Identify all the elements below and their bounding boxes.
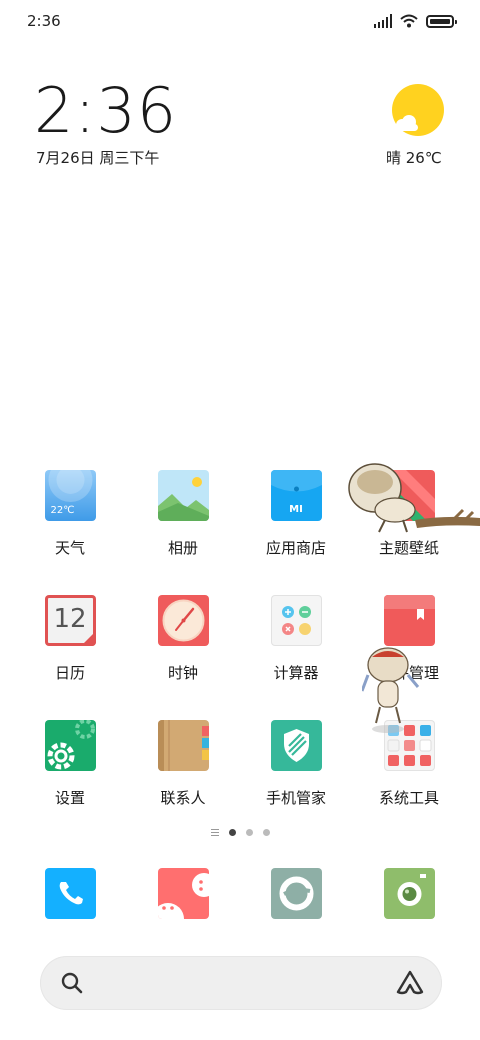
app-clock[interactable]: 时钟	[128, 595, 238, 683]
app-settings[interactable]: 设置	[15, 720, 125, 808]
browser-icon	[279, 876, 314, 911]
app-security[interactable]: 手机管家	[241, 720, 351, 808]
weather-icon: 22℃	[44, 470, 96, 521]
weather-icon-temp: 22℃	[50, 505, 75, 516]
app-weather[interactable]: 22℃ 天气	[15, 470, 125, 558]
page-indicator-menu-icon	[210, 829, 219, 836]
clock-widget-time[interactable]: 2:36	[34, 80, 177, 142]
gallery-icon	[157, 470, 209, 521]
dock-camera[interactable]	[384, 868, 435, 919]
app-calendar[interactable]: 12 日历	[15, 595, 125, 683]
app-label: 手机管家	[265, 789, 326, 807]
sun-cloud-icon[interactable]	[392, 84, 444, 136]
app-label: 计算器	[273, 664, 319, 682]
messages-icon	[158, 873, 209, 919]
app-gallery[interactable]: 相册	[128, 470, 238, 558]
dock-messages[interactable]	[158, 868, 209, 919]
search-icon	[61, 972, 83, 994]
app-label: 系统工具	[378, 789, 439, 807]
status-bar: 2:36	[0, 0, 480, 42]
status-icons	[374, 13, 457, 29]
desktop-pet-sprite[interactable]	[345, 460, 480, 540]
status-time: 2:36	[27, 12, 61, 30]
clock-icon	[157, 595, 209, 646]
page-dot	[262, 829, 270, 836]
contacts-icon	[157, 720, 209, 771]
clock-widget-date[interactable]: 7月26日 周三下午	[36, 147, 159, 168]
page-indicator[interactable]	[0, 829, 480, 836]
app-contacts[interactable]: 联系人	[128, 720, 238, 808]
settings-icon	[44, 720, 96, 771]
app-store-icon: MI	[270, 470, 322, 521]
page-dot	[245, 829, 253, 836]
security-icon	[270, 720, 322, 771]
phone-icon	[59, 882, 83, 905]
camera-icon	[397, 874, 426, 906]
app-label: 主题壁纸	[378, 539, 439, 557]
file-manager-icon	[383, 595, 435, 646]
app-label: 时钟	[167, 664, 198, 682]
assistant-icon[interactable]	[396, 970, 424, 996]
wifi-icon	[400, 14, 418, 28]
app-store-logo: MI	[289, 504, 303, 515]
dock-phone[interactable]	[45, 868, 96, 919]
calculator-icon	[270, 595, 322, 646]
dock-browser[interactable]	[271, 868, 322, 919]
signal-icon	[374, 14, 392, 28]
app-store[interactable]: MI 应用商店	[241, 470, 351, 558]
calendar-icon: 12	[44, 595, 96, 646]
search-bar[interactable]	[40, 956, 442, 1010]
app-label: 相册	[167, 539, 198, 557]
app-label: 日历	[54, 664, 85, 682]
app-label: 应用商店	[265, 539, 326, 557]
app-calculator[interactable]: 计算器	[241, 595, 351, 683]
app-label: 联系人	[160, 789, 206, 807]
battery-icon	[426, 14, 457, 28]
weather-condition-temp[interactable]: 晴 26℃	[386, 147, 442, 168]
page-dot-active	[228, 829, 236, 836]
desktop-pet-sprite-2[interactable]	[362, 645, 424, 735]
app-label: 设置	[54, 789, 85, 807]
app-label: 天气	[54, 539, 85, 557]
